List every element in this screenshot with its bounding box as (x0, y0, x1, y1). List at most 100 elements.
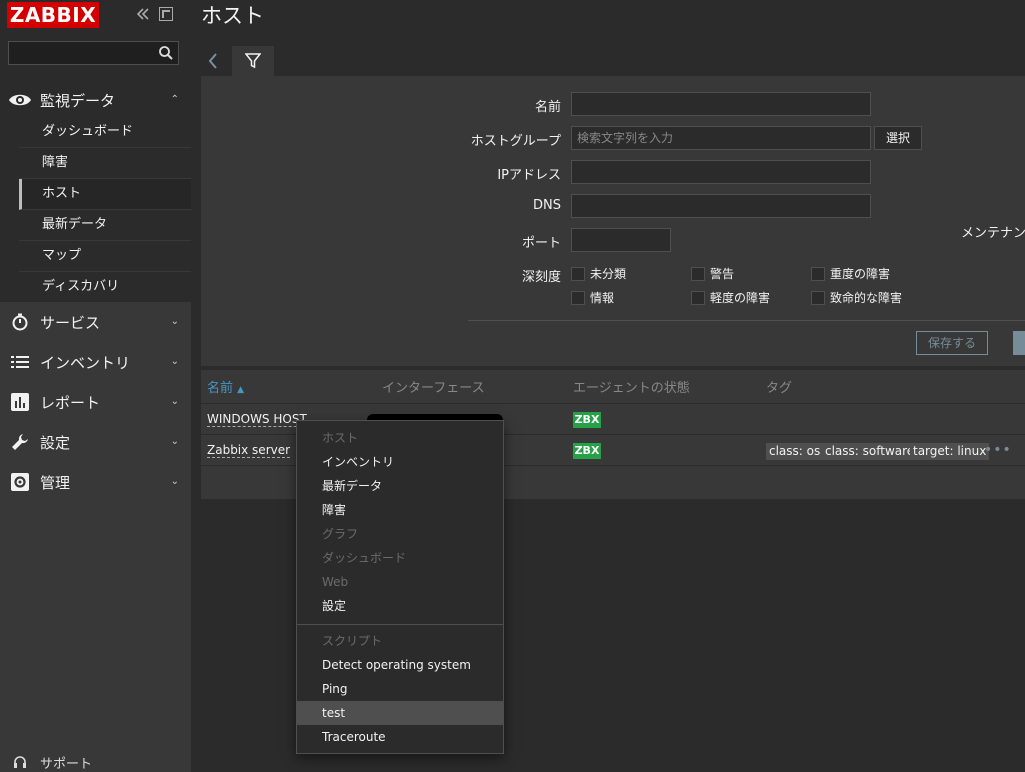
filter-dns-input[interactable] (571, 194, 871, 218)
column-header-name[interactable]: 名前 ▲ (207, 377, 244, 396)
severity-warning-checkbox[interactable]: 警告 (691, 265, 734, 282)
severity-label: 重度の障害 (830, 267, 891, 281)
sidebar-search-input[interactable] (8, 41, 179, 65)
severity-disaster-checkbox[interactable]: 致命的な障害 (811, 289, 902, 306)
severity-label: 致命的な障害 (830, 291, 903, 305)
chevron-down-icon: ⌄ (170, 396, 179, 407)
chevron-down-icon: ⌄ (170, 316, 179, 327)
column-header-agent: エージェントの状態 (573, 381, 690, 396)
sidebar-item-dashboard[interactable]: ダッシュボード (19, 117, 191, 148)
menu-item-script[interactable]: Ping (297, 677, 503, 701)
agent-status-badge: ZBX (573, 412, 601, 428)
severity-label: 未分類 (590, 267, 627, 281)
sidebar: ZABBIX 監視データ ⌃ ダッシュボード 障害 ホスト 最新データ マップ … (0, 0, 191, 772)
search-icon[interactable] (158, 45, 174, 61)
column-header-label: 名前 (207, 381, 234, 396)
more-tags-icon[interactable]: ••• (984, 442, 1012, 458)
filter-name-label: 名前 (534, 100, 561, 115)
chevron-down-icon: ⌄ (170, 356, 179, 367)
sidebar-item-configuration[interactable]: 設定 ⌄ (0, 424, 191, 460)
headset-icon (0, 755, 40, 769)
menu-item-inventory[interactable]: インベントリ (297, 450, 503, 474)
menu-item-script[interactable]: test (297, 701, 503, 725)
sidebar-item-monitoring[interactable]: 監視データ ⌃ (0, 82, 191, 118)
sidebar-item-services[interactable]: サービス ⌄ (0, 304, 191, 340)
gear-icon (0, 473, 40, 491)
sidebar-item-maps[interactable]: マップ (19, 241, 191, 272)
sidebar-item-support[interactable]: サポート (0, 752, 191, 772)
chevron-down-icon: ⌄ (170, 436, 179, 447)
filter-icon (244, 53, 262, 72)
filter-port-input[interactable] (571, 228, 671, 252)
column-header-interface: インターフェース (382, 381, 485, 396)
filter-hostgroup-input[interactable]: 検索文字列を入力 (571, 126, 871, 150)
list-icon (0, 355, 40, 369)
kiosk-mode-icon[interactable] (159, 7, 173, 21)
menu-item-script[interactable]: Detect operating system (297, 653, 503, 677)
severity-information-checkbox[interactable]: 情報 (571, 289, 614, 306)
eye-icon (0, 92, 40, 108)
severity-label: 警告 (710, 267, 735, 281)
host-name-link[interactable]: WINDOWS HOST (207, 412, 307, 427)
filter-dns-label: DNS (533, 198, 561, 213)
tag-badge[interactable]: class: software (822, 443, 918, 460)
filter-port-label: ポート (521, 236, 561, 251)
hostgroup-select-button[interactable]: 選択 (874, 126, 922, 150)
menu-item-graphs: グラフ (322, 527, 359, 541)
filter-ip-input[interactable] (571, 160, 871, 184)
sidebar-section-label: 管理 (40, 473, 71, 492)
wrench-icon (0, 433, 40, 451)
sidebar-item-discovery[interactable]: ディスカバリ (19, 272, 191, 303)
save-filter-button[interactable]: 保存する (916, 331, 988, 355)
host-name-link[interactable]: Zabbix server (207, 443, 291, 458)
filter-ip-label: IPアドレス (497, 168, 561, 183)
sidebar-section-monitoring: 監視データ ⌃ ダッシュボード 障害 ホスト 最新データ マップ ディスカバリ (0, 82, 191, 303)
severity-label: 軽度の障害 (710, 291, 771, 305)
menu-item-configuration[interactable]: 設定 (297, 594, 503, 618)
menu-header-host: ホスト (322, 431, 359, 445)
sidebar-section-label: 設定 (40, 433, 71, 452)
chevron-up-icon: ⌃ (170, 94, 179, 105)
collapse-sidebar-icon[interactable] (134, 5, 152, 23)
sidebar-item-hosts[interactable]: ホスト (19, 179, 191, 210)
sidebar-section-label: レポート (40, 393, 101, 412)
sidebar-section-label: インベントリ (40, 353, 131, 372)
tag-badge[interactable]: target: linux (910, 443, 990, 460)
filter-name-input[interactable] (571, 92, 871, 116)
severity-label: 情報 (590, 291, 615, 305)
filter-panel: 名前 ホストグループ 検索文字列を入力 選択 IPアドレス DNS ポート メン… (201, 76, 1025, 366)
sort-asc-icon: ▲ (237, 385, 245, 395)
tag-badge[interactable]: class: os (766, 443, 824, 460)
sidebar-section-label: 監視データ (40, 91, 116, 110)
apply-filter-button[interactable] (1013, 331, 1025, 355)
menu-item-web: Web (322, 575, 349, 589)
menu-item-problems[interactable]: 障害 (297, 498, 503, 522)
severity-average-checkbox[interactable]: 軽度の障害 (691, 289, 770, 306)
stopwatch-icon (0, 313, 40, 331)
zabbix-logo[interactable]: ZABBIX (7, 2, 99, 28)
filter-severity-label: 深刻度 (521, 270, 561, 285)
sidebar-section-label: サービス (40, 313, 101, 332)
severity-not-classified-checkbox[interactable]: 未分類 (571, 265, 626, 282)
filter-maintenance-label: メンテナンス (961, 226, 1025, 241)
sidebar-item-administration[interactable]: 管理 ⌄ (0, 464, 191, 500)
sidebar-support-label: サポート (40, 756, 93, 772)
tab-filter[interactable] (232, 46, 274, 76)
sidebar-header: ZABBIX (0, 0, 191, 82)
sidebar-item-reports[interactable]: レポート ⌄ (0, 384, 191, 420)
filter-hostgroup-label: ホストグループ (470, 134, 561, 149)
sidebar-item-problems[interactable]: 障害 (19, 148, 191, 179)
chevron-down-icon: ⌄ (170, 476, 179, 487)
column-header-tags: タグ (766, 381, 793, 396)
sidebar-item-latest-data[interactable]: 最新データ (19, 210, 191, 241)
menu-item-script[interactable]: Traceroute (297, 725, 503, 749)
menu-item-latest-data[interactable]: 最新データ (297, 474, 503, 498)
menu-divider (297, 624, 503, 625)
host-context-menu: ホスト インベントリ 最新データ 障害 グラフ ダッシュボード Web 設定 ス… (296, 420, 504, 754)
filter-collapse-button[interactable] (201, 46, 225, 76)
sidebar-item-inventory[interactable]: インベントリ ⌄ (0, 344, 191, 380)
page-title: ホスト (201, 4, 264, 28)
agent-status-badge: ZBX (573, 443, 601, 459)
severity-high-checkbox[interactable]: 重度の障害 (811, 265, 890, 282)
menu-header-scripts: スクリプト (322, 634, 383, 648)
